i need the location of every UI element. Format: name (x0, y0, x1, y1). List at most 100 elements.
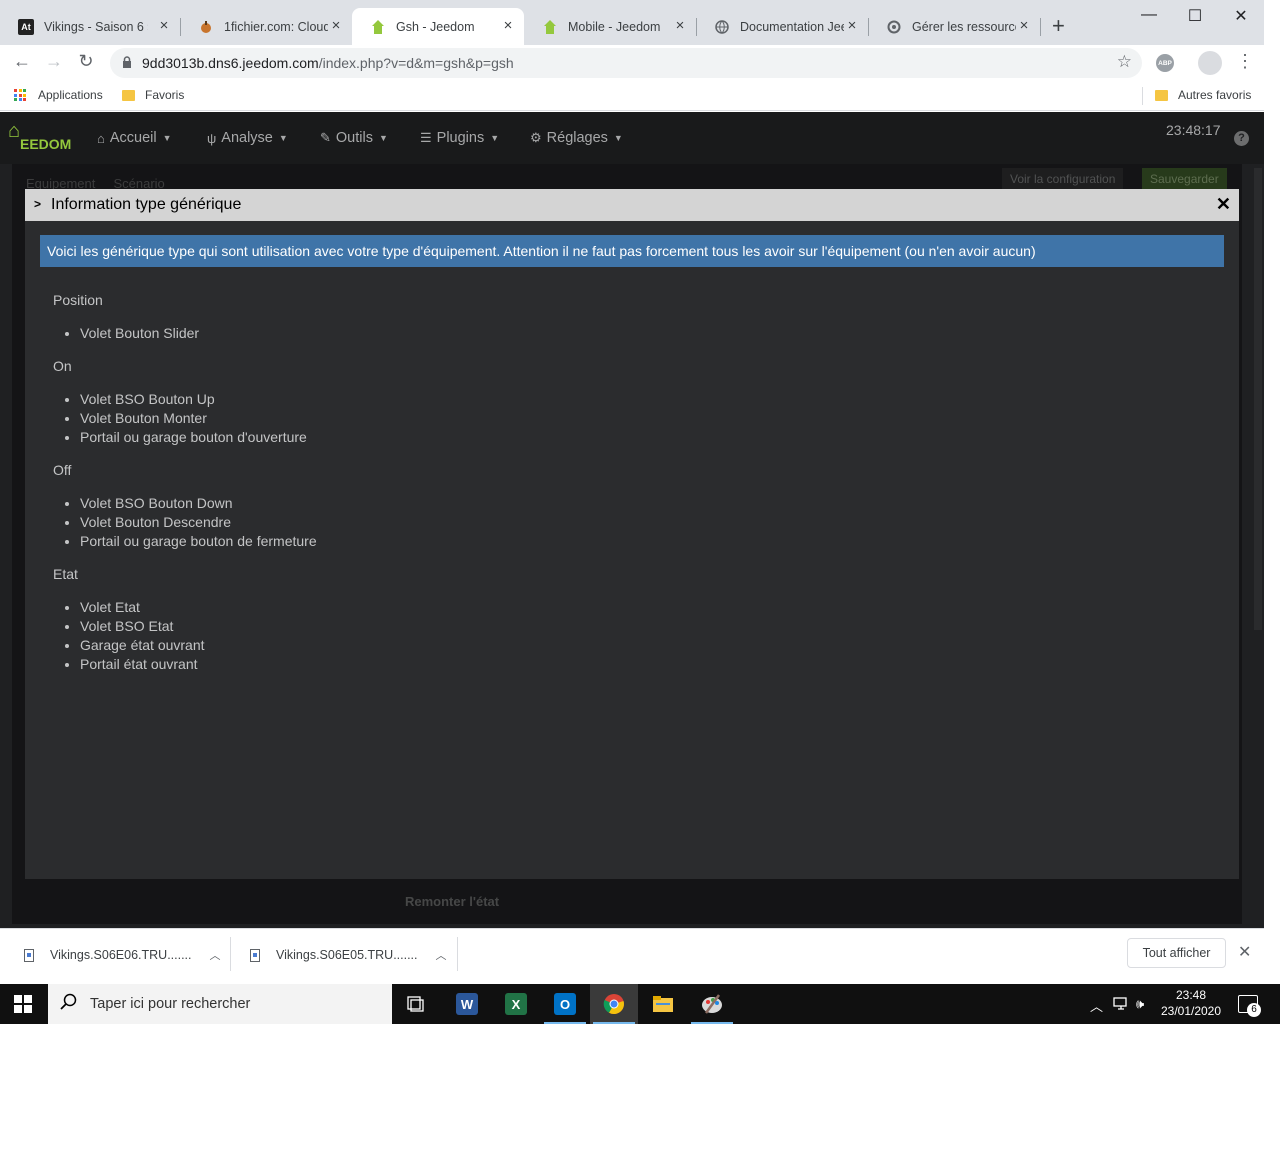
window-edge (1264, 0, 1280, 984)
tray-chevron-icon[interactable]: ︿ (1090, 996, 1103, 1015)
forward-icon[interactable]: → (42, 51, 66, 72)
caret-down-icon: ▼ (278, 133, 288, 143)
menu-label: Analyse (221, 130, 273, 146)
help-icon[interactable]: ? (1234, 131, 1249, 146)
download-item[interactable]: Vikings.S06E06.TRU....... ︿ (0, 939, 221, 971)
bookmark-autres[interactable]: Autres favoris (1155, 88, 1251, 102)
menu-plugins[interactable]: ☰ Plugins ▼ (420, 130, 499, 146)
stethoscope-icon: ψ (207, 130, 217, 146)
clock-date: 23/01/2020 (1160, 1004, 1222, 1018)
list-item: Volet BSO Bouton Up (80, 390, 317, 409)
excel-icon[interactable]: X (492, 984, 540, 1024)
cog-icon: ⚙ (530, 130, 542, 145)
tab-close-icon[interactable]: × (672, 18, 688, 33)
tab-close-icon[interactable]: × (328, 18, 344, 33)
task-view-icon[interactable] (392, 984, 440, 1024)
page-scrollbar[interactable] (1254, 168, 1262, 630)
group-title: Off (53, 462, 72, 478)
file-explorer-icon[interactable] (639, 984, 687, 1024)
search-placeholder: Taper ici pour rechercher (90, 996, 251, 1012)
tab-title: Gérer les ressources (912, 19, 1016, 34)
jeedom-clock: 23:48:17 (1166, 122, 1221, 138)
address-bar[interactable]: 9dd3013b.dns6.jeedom.com/index.php?v=d&m… (110, 48, 1142, 78)
browser-tab-active[interactable]: Gsh - Jeedom × (352, 8, 524, 45)
logo-text: EEDOM (20, 136, 72, 152)
windows-start-icon[interactable] (14, 995, 32, 1013)
bookmark-label: Favoris (145, 88, 185, 102)
list-item: Volet BSO Etat (80, 617, 317, 636)
volume-icon[interactable]: 🕪 (1136, 996, 1144, 1012)
bookmark-apps[interactable]: Applications (14, 88, 103, 102)
tab-title: Vikings - Saison 6 » (44, 19, 148, 34)
tab-close-icon[interactable]: × (500, 18, 516, 33)
adblock-plus-icon[interactable]: ABP (1156, 54, 1174, 72)
tab-close-icon[interactable]: × (1016, 18, 1032, 33)
reload-icon[interactable]: ↻ (74, 51, 98, 72)
chevron-up-icon[interactable]: ︿ (210, 947, 221, 963)
group-etat: Etat Volet Etat Volet BSO Etat Garage ét… (53, 565, 317, 674)
more-menu-icon[interactable]: ⋮ (1236, 51, 1254, 72)
list-item: Volet Etat (80, 598, 317, 617)
info-alert: Voici les générique type qui sont utilis… (40, 235, 1224, 267)
bookmarks-bar: Applications Favoris Autres favoris (0, 81, 1264, 111)
windows-taskbar: Taper ici pour rechercher W X O ︿ 🕪 23:4… (0, 984, 1280, 1024)
generic-type-list: Position Volet Bouton Slider On Volet BS… (53, 291, 317, 688)
bookmark-favoris[interactable]: Favoris (122, 88, 184, 102)
folder-icon (1155, 89, 1168, 101)
profile-avatar[interactable] (1198, 51, 1222, 75)
modal-title: Information type générique (51, 196, 242, 213)
minimize-icon[interactable]: — (1126, 6, 1172, 24)
menu-label: Réglages (546, 130, 608, 146)
menu-label: Accueil (109, 130, 157, 146)
search-icon (60, 993, 78, 1016)
window-close-icon[interactable]: ✕ (1218, 6, 1264, 26)
close-shelf-icon[interactable]: ✕ (1238, 942, 1251, 962)
browser-tab[interactable]: 1fichier.com: Cloud S × (180, 8, 352, 45)
browser-tab[interactable]: At Vikings - Saison 6 » × (0, 8, 180, 45)
jeedom-icon (542, 19, 558, 35)
bookmark-star-icon[interactable]: ☆ (1117, 52, 1132, 72)
download-item[interactable]: Vikings.S06E05.TRU....... ︿ (226, 939, 447, 971)
list-item: Volet Bouton Slider (80, 324, 317, 343)
bookmark-label: Applications (38, 88, 103, 102)
jeedom-logo[interactable]: ⌂ EEDOM (6, 120, 78, 156)
clock-time: 23:48 (1175, 988, 1207, 1002)
menu-analyse[interactable]: ψ Analyse ▼ (207, 130, 288, 146)
browser-tab[interactable]: Gérer les ressources × (868, 8, 1040, 45)
tasks-icon: ☰ (420, 130, 432, 145)
url-host: 9dd3013b.dns6.jeedom.com (142, 55, 319, 71)
generic-type-modal: > Information type générique ✕ Voici les… (25, 189, 1239, 879)
chevron-right-icon: > (34, 197, 42, 211)
modal-close-icon[interactable]: ✕ (1216, 195, 1231, 213)
caret-down-icon: ▼ (613, 133, 623, 143)
outlook-icon[interactable]: O (541, 984, 589, 1024)
browser-toolbar: ← → ↻ 9dd3013b.dns6.jeedom.com/index.php… (0, 45, 1264, 81)
tab-close-icon[interactable]: × (844, 18, 860, 33)
group-title: Position (53, 292, 103, 308)
house-icon: ⌂ (8, 120, 21, 142)
maximize-icon[interactable]: ☐ (1172, 6, 1218, 26)
chrome-icon[interactable] (590, 984, 638, 1024)
back-icon[interactable]: ← (10, 51, 34, 72)
browser-tab[interactable]: Mobile - Jeedom × (524, 8, 696, 45)
group-off: Off Volet BSO Bouton Down Volet Bouton D… (53, 461, 317, 551)
new-tab-icon[interactable]: + (1052, 15, 1065, 37)
url-text: 9dd3013b.dns6.jeedom.com/index.php?v=d&m… (142, 55, 514, 71)
chevron-up-icon[interactable]: ︿ (436, 947, 447, 963)
menu-outils[interactable]: ✎ Outils ▼ (320, 130, 388, 146)
tab-close-icon[interactable]: × (156, 18, 172, 33)
paint-icon[interactable] (688, 984, 736, 1024)
browser-tab[interactable]: Documentation Jeed × (696, 8, 868, 45)
menu-reglages[interactable]: ⚙ Réglages ▼ (530, 130, 623, 146)
show-all-button[interactable]: Tout afficher (1127, 938, 1226, 968)
system-clock[interactable]: 23:48 23/01/2020 (1160, 987, 1222, 1019)
menu-label: Plugins (436, 130, 485, 146)
tab-title: Documentation Jeed (740, 19, 844, 34)
tab-separator (1040, 18, 1041, 36)
word-icon[interactable]: W (443, 984, 491, 1024)
taskbar-search[interactable]: Taper ici pour rechercher (48, 984, 392, 1024)
menu-accueil[interactable]: ⌂ Accueil ▼ (97, 130, 172, 146)
list-item: Volet Bouton Descendre (80, 513, 317, 532)
network-icon[interactable] (1113, 996, 1129, 1013)
jeedom-navbar: ⌂ EEDOM ⌂ Accueil ▼ ψ Analyse ▼ ✎ Outils ▼ ☰ Pl… (0, 112, 1264, 164)
